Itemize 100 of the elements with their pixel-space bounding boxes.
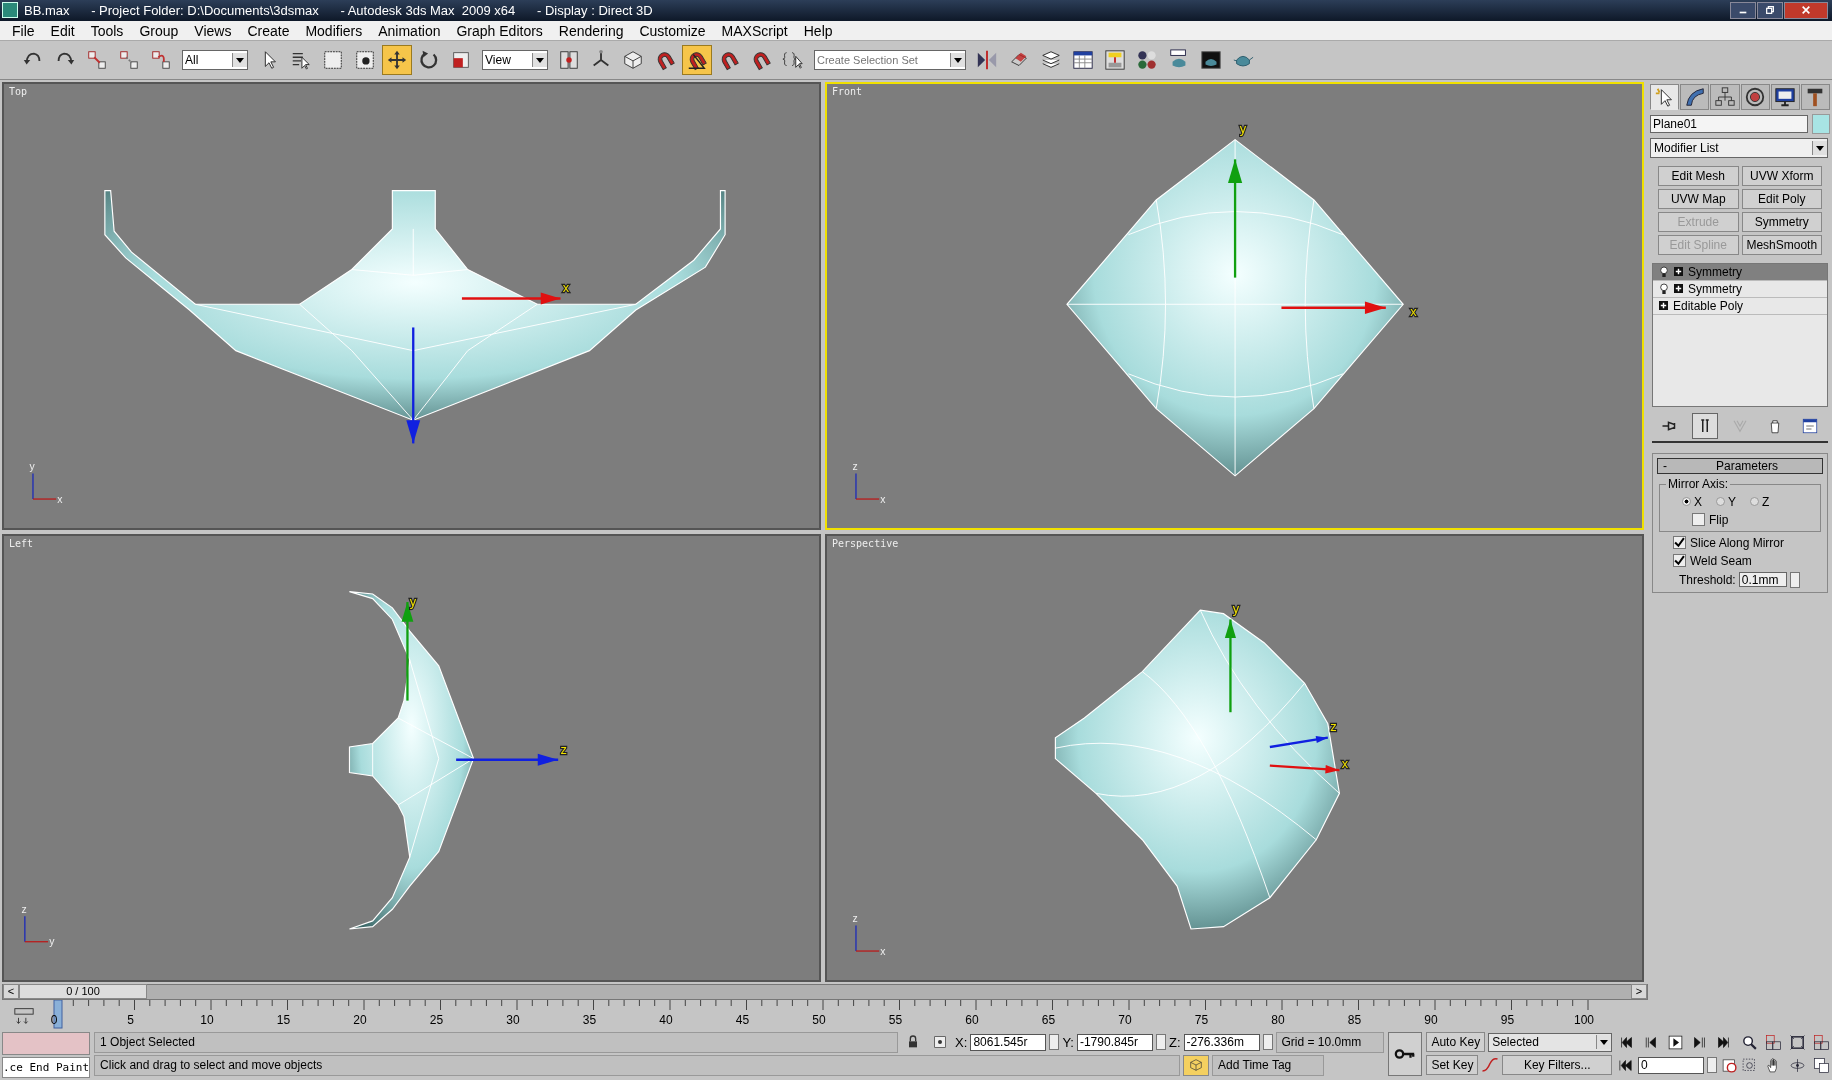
expand-icon[interactable]: [1674, 267, 1683, 277]
command-panel-tab[interactable]: [1650, 83, 1680, 110]
menu-item[interactable]: MAXScript: [713, 22, 796, 39]
menu-item[interactable]: Edit: [42, 22, 83, 39]
checkbox-icon[interactable]: [1692, 513, 1705, 527]
modifier-button[interactable]: UVW Xform: [1741, 165, 1822, 186]
auto-key-button[interactable]: Auto Key: [1426, 1032, 1486, 1053]
viewport[interactable]: Front y x z x: [825, 81, 1644, 530]
menu-item[interactable]: Graph Editors: [448, 22, 551, 39]
modifier-button[interactable]: UVW Map: [1658, 188, 1739, 209]
checkbox-icon[interactable]: [1673, 554, 1686, 568]
radio-icon[interactable]: [1750, 497, 1760, 507]
gizmo-axis-arrow[interactable]: [1269, 764, 1340, 774]
menu-item[interactable]: Modifiers: [297, 22, 371, 39]
menu-item[interactable]: File: [4, 22, 43, 39]
frame-number: 25: [429, 1013, 444, 1027]
command-panel-tab[interactable]: [1740, 83, 1770, 110]
lightbulb-icon[interactable]: [1659, 265, 1669, 278]
viewport[interactable]: Top x y x: [2, 81, 821, 530]
command-panel-tab[interactable]: [1680, 83, 1710, 110]
viewport-label[interactable]: Top: [9, 85, 28, 97]
radio-icon[interactable]: [1682, 497, 1691, 507]
menu-item[interactable]: Help: [795, 22, 841, 39]
gizmo-axis-arrow[interactable]: [461, 292, 561, 305]
close-button[interactable]: [1784, 1, 1828, 19]
gizmo-axis-arrow[interactable]: [456, 753, 559, 766]
stack-item[interactable]: Symmetry: [1653, 263, 1827, 281]
next-frame-button[interactable]: >: [1631, 984, 1647, 1000]
gizmo-axis-arrow[interactable]: [1269, 736, 1328, 749]
current-frame-marker[interactable]: [53, 1000, 63, 1029]
menu-item[interactable]: Group: [131, 22, 187, 39]
time-tag-button[interactable]: [1183, 1055, 1210, 1076]
toolbar-button[interactable]: [382, 45, 412, 76]
viewport-label[interactable]: Front: [832, 85, 863, 97]
command-panel-tab[interactable]: [1800, 83, 1831, 110]
stack-item[interactable]: Editable Poly: [1653, 297, 1827, 315]
stack-item[interactable]: Symmetry: [1653, 280, 1827, 298]
spinner-arrows-icon[interactable]: [1262, 1034, 1273, 1051]
menu-item[interactable]: Rendering: [550, 22, 632, 39]
key-mode-dropdown[interactable]: Selected: [1488, 1033, 1612, 1052]
current-frame-field[interactable]: 0: [1638, 1057, 1704, 1074]
axis-radio[interactable]: X: [1682, 494, 1702, 509]
toolbar-button[interactable]: [682, 45, 712, 76]
viewport[interactable]: Left y z z y: [2, 533, 821, 982]
braces-icon: [782, 49, 804, 72]
lightbulb-icon[interactable]: [1659, 282, 1669, 295]
menu-item[interactable]: Views: [186, 22, 240, 39]
spinner-arrows-icon[interactable]: [1155, 1034, 1166, 1051]
dropdown[interactable]: View: [482, 50, 548, 71]
menu-item[interactable]: Customize: [631, 22, 714, 39]
axis-radio[interactable]: Z: [1750, 494, 1770, 509]
key-filters-button[interactable]: Key Filters...: [1502, 1055, 1612, 1076]
modifier-button[interactable]: Edit Poly: [1741, 188, 1822, 209]
menu-item[interactable]: Animation: [370, 22, 449, 39]
threshold-field[interactable]: 0.1mm: [1738, 572, 1787, 588]
maximize-viewport-icon: [1812, 1057, 1830, 1074]
gizmo-axis-arrow[interactable]: [406, 327, 421, 444]
checkbox-icon[interactable]: [1673, 536, 1686, 550]
dropdown[interactable]: All: [182, 50, 248, 71]
previous-frame-button[interactable]: <: [3, 984, 19, 1000]
dropdown[interactable]: Create Selection Set: [814, 50, 966, 71]
modifier-button[interactable]: Edit Mesh: [1658, 165, 1739, 186]
viewport-label[interactable]: Left: [9, 537, 34, 549]
spinner-arrows-icon[interactable]: [1789, 571, 1800, 588]
menu-item[interactable]: Tools: [82, 22, 132, 39]
expand-icon[interactable]: [1674, 284, 1683, 294]
frame-number: 35: [582, 1013, 597, 1027]
rollout-header[interactable]: - Parameters: [1657, 457, 1823, 474]
object-color-swatch[interactable]: [1812, 113, 1830, 134]
expand-icon[interactable]: [1659, 301, 1668, 311]
spinner-arrows-icon[interactable]: [1707, 1057, 1717, 1074]
axis-radio[interactable]: Y: [1716, 494, 1737, 509]
script-listener-field[interactable]: [2, 1032, 91, 1055]
spheres-icon: [1136, 49, 1158, 72]
coordinate-field[interactable]: 8061.545r: [970, 1034, 1047, 1051]
radio-icon[interactable]: [1716, 497, 1725, 507]
threshold-label: Threshold:: [1679, 572, 1736, 587]
stack-tool-button[interactable]: [1691, 412, 1718, 439]
viewport[interactable]: Perspective y z x z x: [825, 533, 1644, 982]
modifier-list-dropdown[interactable]: Modifier List: [1650, 137, 1828, 158]
spinner-arrows-icon[interactable]: [1049, 1034, 1060, 1051]
object-name-field[interactable]: Plane01: [1650, 114, 1808, 133]
modifier-button[interactable]: Symmetry: [1741, 211, 1822, 232]
set-key-mode-button[interactable]: Set Key: [1426, 1055, 1479, 1076]
flip-checkbox[interactable]: Flip: [1664, 512, 1816, 527]
gizmo-axis-arrow[interactable]: [1228, 159, 1243, 278]
time-slider-thumb[interactable]: 0 / 100: [19, 984, 147, 1000]
add-time-tag-field[interactable]: Add Time Tag: [1212, 1055, 1325, 1076]
option-checkbox[interactable]: Slice Along Mirror: [1657, 535, 1823, 550]
tripod-axis-label: x: [57, 493, 63, 505]
command-panel-tab[interactable]: [1770, 83, 1800, 110]
option-checkbox[interactable]: Weld Seam: [1657, 553, 1823, 568]
viewport-label[interactable]: Perspective: [832, 537, 899, 549]
modifier-button[interactable]: MeshSmooth: [1741, 234, 1822, 255]
coordinate-field[interactable]: -276.336m: [1183, 1034, 1260, 1051]
menu-item[interactable]: Create: [239, 22, 298, 39]
coordinate-field[interactable]: -1790.845r: [1076, 1034, 1153, 1051]
restore-button[interactable]: [1757, 1, 1783, 19]
gizmo-axis-arrow[interactable]: [1281, 301, 1386, 314]
set-key-button[interactable]: [1388, 1032, 1423, 1076]
